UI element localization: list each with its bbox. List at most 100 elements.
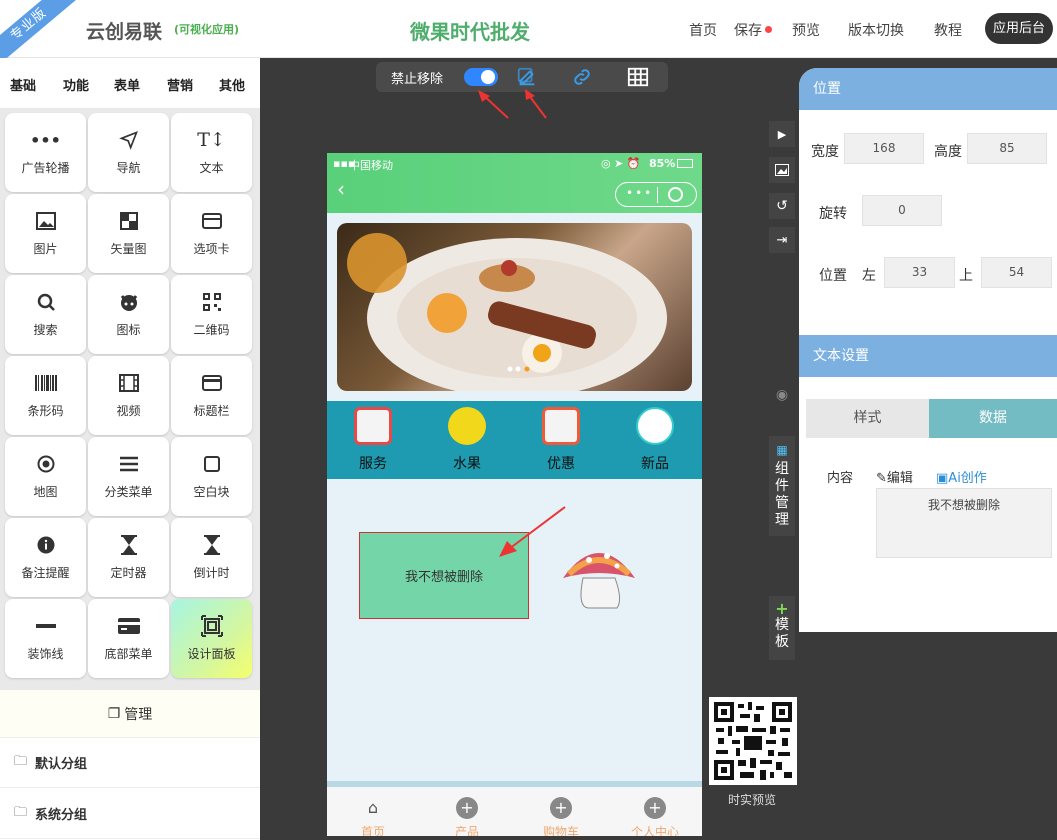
tab-style[interactable]: 样式 xyxy=(806,399,929,438)
login-icon[interactable]: ⇥ xyxy=(769,227,795,253)
image-icon[interactable] xyxy=(769,157,795,183)
top-input[interactable]: 54 xyxy=(981,257,1052,288)
link-icon[interactable] xyxy=(570,66,594,92)
collapse-arrow-icon[interactable]: ▶ xyxy=(769,121,795,147)
component-tile[interactable]: ••• 广告轮播 xyxy=(5,113,86,192)
preview-qrcode[interactable] xyxy=(709,697,797,785)
component-tile[interactable]: 地图 xyxy=(5,437,86,516)
position-section-title: 位置 xyxy=(799,68,1057,110)
capsule-menu[interactable]: ••• xyxy=(615,182,697,207)
properties-panel: 位置 宽度 168 高度 85 旋转 0 位置 左 33 上 54 文本设置 样… xyxy=(799,68,1057,632)
text-settings-title: 文本设置 xyxy=(799,335,1057,377)
nav-item-service[interactable]: 服务 xyxy=(338,407,408,477)
battery-level: 85% xyxy=(649,157,676,170)
tab-cart[interactable]: + 购物车 xyxy=(516,797,606,836)
group-label: 默认分组 xyxy=(35,757,88,772)
edit-button[interactable]: ✎编辑 xyxy=(876,467,913,486)
component-tile[interactable]: 图片 xyxy=(5,194,86,273)
category-tab-marketing[interactable]: 营销 xyxy=(167,75,193,94)
component-tile[interactable]: 选项卡 xyxy=(171,194,252,273)
compass-icon xyxy=(35,453,57,475)
hourglass-icon xyxy=(118,534,140,556)
component-tile[interactable]: 设计面板 xyxy=(171,599,252,678)
ai-create-button[interactable]: ▣Ai创作 xyxy=(936,467,987,486)
toggle-knob xyxy=(481,70,495,84)
video-icon xyxy=(118,372,140,394)
tab-profile[interactable]: + 个人中心 xyxy=(610,797,700,836)
nav-item-discount[interactable]: 优惠 xyxy=(526,407,596,477)
nav-tutorial[interactable]: 教程 xyxy=(934,20,962,40)
component-tile[interactable]: 空白块 xyxy=(171,437,252,516)
category-tab-function[interactable]: 功能 xyxy=(63,75,89,94)
hourglass-icon xyxy=(201,534,223,556)
component-tile[interactable]: 导航 xyxy=(88,113,169,192)
component-manager-button[interactable]: ▦ 组 件 管 理 xyxy=(769,436,795,536)
tab-home[interactable]: ⌂ 首页 xyxy=(328,797,418,836)
category-tab-other[interactable]: 其他 xyxy=(219,75,245,94)
component-tile[interactable]: 图标 xyxy=(88,275,169,354)
tab-product[interactable]: + 产品 xyxy=(422,797,512,836)
component-tile[interactable]: 定时器 xyxy=(88,518,169,597)
component-tile-label: 空白块 xyxy=(193,485,230,499)
status-icons: ◎ ➤ ⏰ xyxy=(601,157,641,170)
component-tile[interactable]: 底部菜单 xyxy=(88,599,169,678)
category-tab-form[interactable]: 表单 xyxy=(114,75,140,94)
content-textarea[interactable]: 我不想被删除 xyxy=(876,488,1052,558)
mushroom-image[interactable] xyxy=(559,538,639,612)
template-button[interactable]: + 模 板 xyxy=(769,596,795,660)
prevent-remove-toggle[interactable] xyxy=(464,68,498,86)
component-tile[interactable]: 条形码 xyxy=(5,356,86,435)
width-input[interactable]: 168 xyxy=(844,133,924,164)
project-title: 微果时代批发 xyxy=(410,20,530,44)
category-tab-basic[interactable]: 基础 xyxy=(10,75,36,94)
component-tile[interactable]: 装饰线 xyxy=(5,599,86,678)
component-tile[interactable]: 二维码 xyxy=(171,275,252,354)
phone-header: ▪▪▪ 中国移动 ◎ ➤ ⏰ 85% ‹ ••• xyxy=(327,153,702,213)
info-icon xyxy=(35,534,57,556)
cat-mascot-icon xyxy=(636,407,674,445)
menu-icon xyxy=(118,453,140,475)
nav-item-fruit[interactable]: 水果 xyxy=(432,407,502,477)
component-tile[interactable]: 矢量图 xyxy=(88,194,169,273)
nav-item-new[interactable]: 新品 xyxy=(620,407,690,477)
coupon-icon xyxy=(542,407,580,445)
nav-admin-button[interactable]: 应用后台 xyxy=(985,13,1053,44)
top-label: 上 xyxy=(959,268,973,284)
tab-data[interactable]: 数据 xyxy=(929,399,1057,438)
group-default[interactable]: 🗀 默认分组 xyxy=(0,738,260,788)
component-tile[interactable]: 倒计时 xyxy=(171,518,252,597)
nav-version-switch[interactable]: 版本切换 xyxy=(848,20,904,40)
component-tile[interactable]: 分类菜单 xyxy=(88,437,169,516)
phone-preview: ▪▪▪ 中国移动 ◎ ➤ ⏰ 85% ‹ ••• 服务 水果 优惠 新品 我不想… xyxy=(327,153,702,836)
capsule-divider xyxy=(657,187,658,203)
undo-icon[interactable]: ↺ xyxy=(769,193,795,219)
blank-square-icon xyxy=(201,453,223,475)
component-tile-label: 条形码 xyxy=(27,404,64,418)
titlebar-icon xyxy=(201,372,223,394)
plus-icon: + xyxy=(550,797,572,819)
component-tile-label: 广告轮播 xyxy=(21,161,70,175)
close-circle-icon[interactable] xyxy=(668,187,683,202)
carrier: 中国移动 xyxy=(349,159,393,172)
component-tile[interactable]: T↕ 文本 xyxy=(171,113,252,192)
left-input[interactable]: 33 xyxy=(884,257,955,288)
component-tile[interactable]: 标题栏 xyxy=(171,356,252,435)
more-icon[interactable]: ••• xyxy=(626,186,653,200)
manage-button[interactable]: ❐ 管理 xyxy=(0,690,260,738)
component-tile[interactable]: 备注提醒 xyxy=(5,518,86,597)
component-tile[interactable]: 视频 xyxy=(88,356,169,435)
banner-carousel[interactable] xyxy=(337,223,692,391)
rotate-input[interactable]: 0 xyxy=(862,195,942,226)
group-system[interactable]: 🗀 系统分组 xyxy=(0,789,260,839)
back-icon[interactable]: ‹ xyxy=(337,177,345,201)
copy-icon: ❐ xyxy=(107,705,121,722)
height-input[interactable]: 85 xyxy=(967,133,1047,164)
bottom-tab-bar: ⌂ 首页 + 产品 + 购物车 + 个人中心 xyxy=(327,781,702,836)
component-tile[interactable]: 搜索 xyxy=(5,275,86,354)
nav-save[interactable]: 保存 xyxy=(734,20,762,40)
table-icon[interactable] xyxy=(626,66,650,92)
nav-preview[interactable]: 预览 xyxy=(792,20,820,40)
nav-home[interactable]: 首页 xyxy=(689,20,717,40)
visibility-off-icon[interactable]: ◉ xyxy=(769,382,795,408)
frame-icon xyxy=(200,615,223,637)
